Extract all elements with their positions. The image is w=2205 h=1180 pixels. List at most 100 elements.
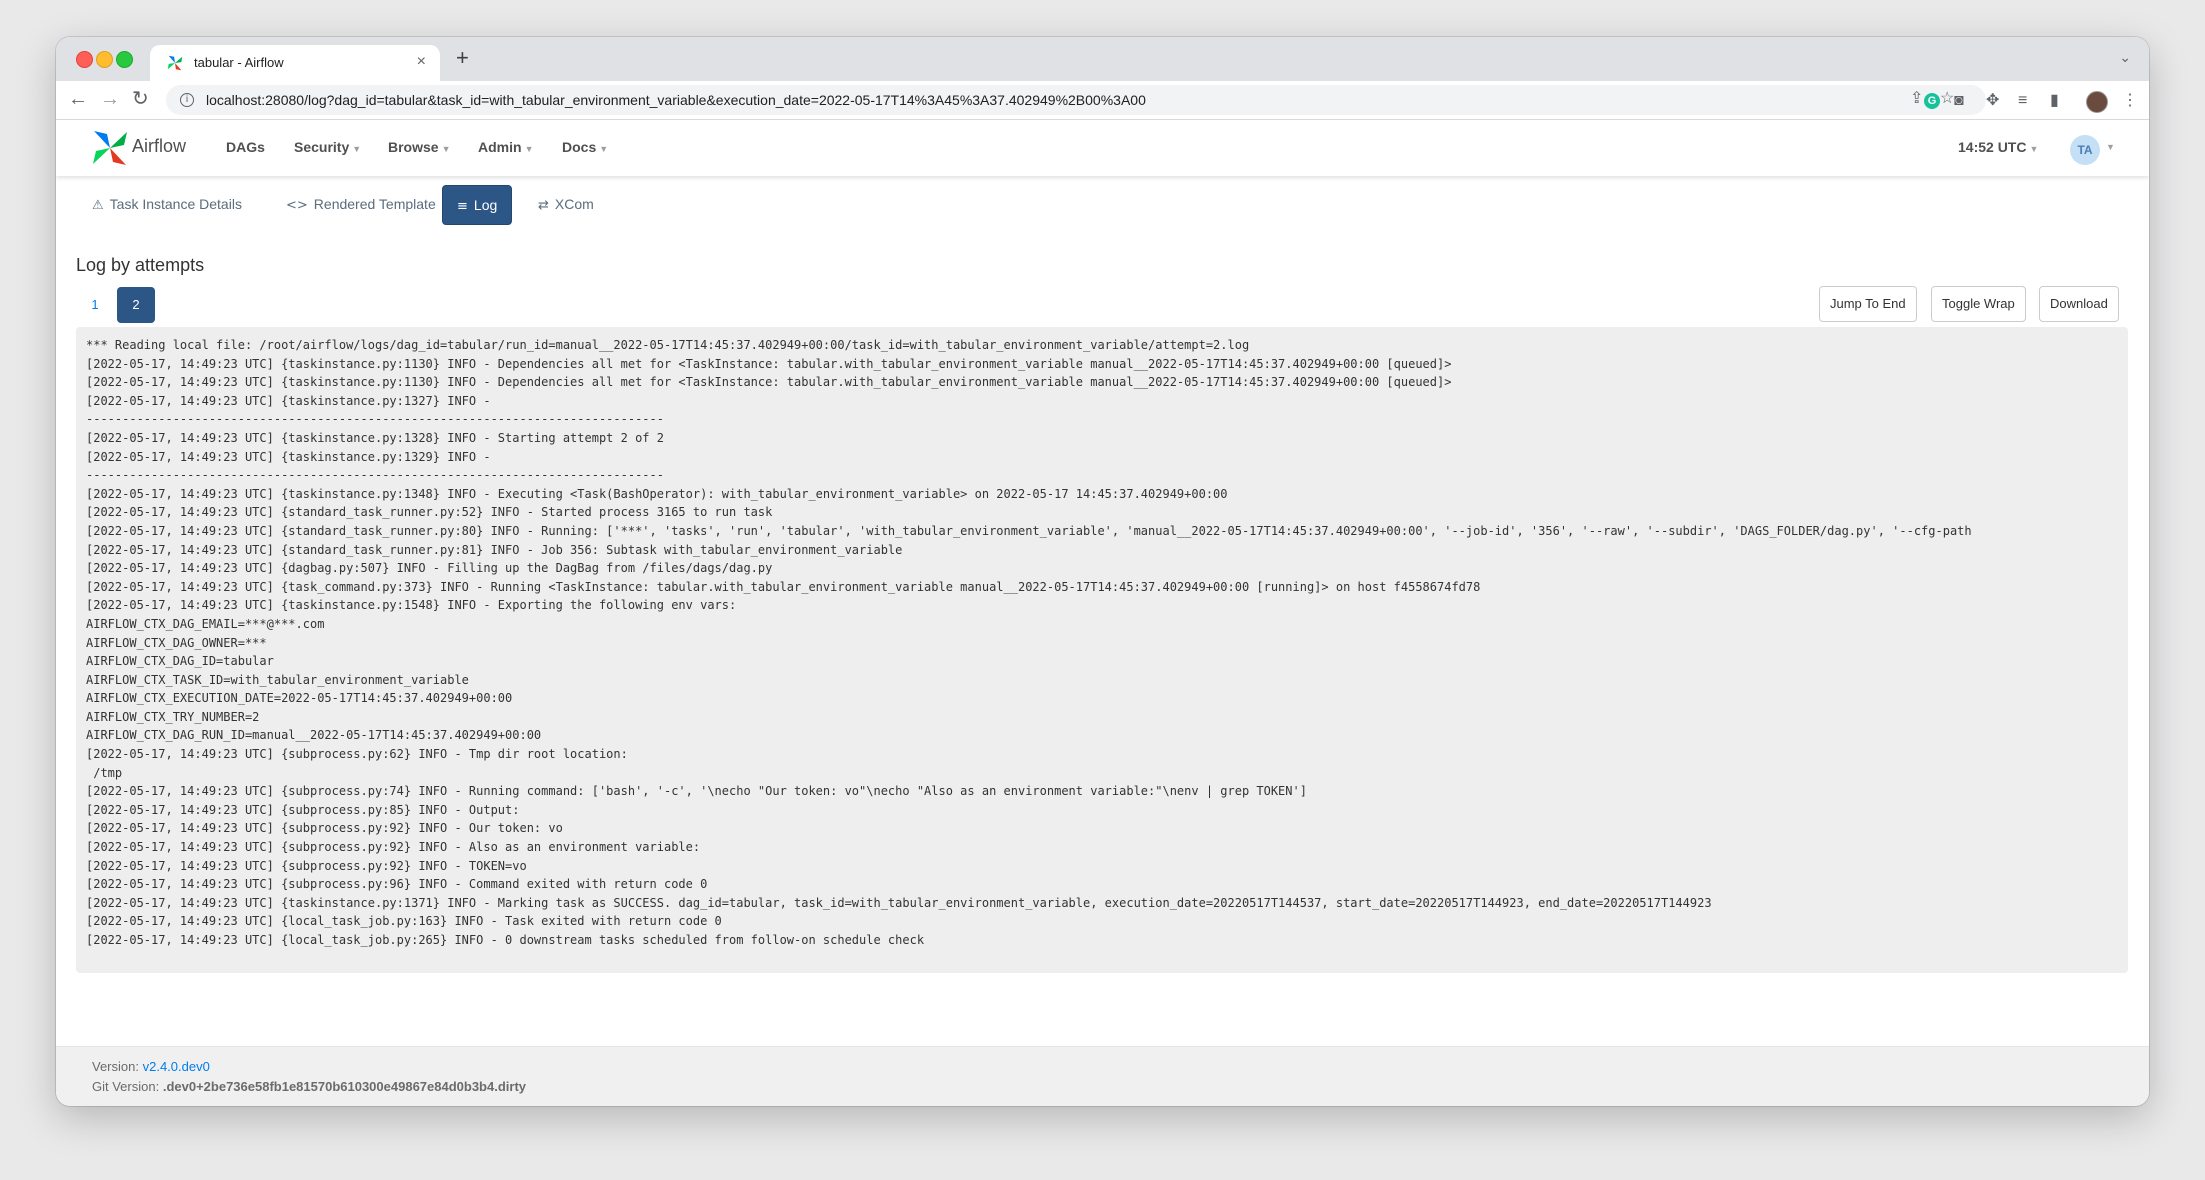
code-icon: <> — [286, 198, 308, 213]
nav-dags[interactable]: DAGs — [226, 139, 265, 155]
log-output[interactable]: *** Reading local file: /root/airflow/lo… — [76, 327, 2128, 973]
log-line: [2022-05-17, 14:49:23 UTC] {taskinstance… — [86, 430, 664, 445]
log-line: AIRFLOW_CTX_TASK_ID=with_tabular_environ… — [86, 672, 469, 687]
log-line: AIRFLOW_CTX_TRY_NUMBER=2 — [86, 709, 260, 724]
attempt-2-tab[interactable]: 2 — [117, 287, 155, 323]
log-line: [2022-05-17, 14:49:23 UTC] {subprocess.p… — [86, 858, 527, 873]
forward-icon[interactable]: → — [100, 89, 120, 109]
browser-toolbar: ← → ↻ i localhost:28080/log?dag_id=tabul… — [56, 81, 2149, 120]
log-line: [2022-05-17, 14:49:23 UTC] {taskinstance… — [86, 598, 737, 613]
maximize-window-button[interactable] — [116, 51, 133, 68]
nav-admin-label: Admin — [478, 139, 522, 155]
reading-list-icon[interactable]: ≡ — [2018, 93, 2027, 109]
log-line: [2022-05-17, 14:49:23 UTC] {local_task_j… — [86, 914, 722, 929]
version-line: Version: v2.4.0.dev0 — [92, 1059, 210, 1074]
airflow-logo-icon[interactable] — [90, 128, 130, 168]
browser-tab[interactable]: tabular - Airflow × — [150, 45, 440, 81]
back-icon[interactable]: ← — [68, 89, 88, 109]
side-panel-icon[interactable]: ▮ — [2050, 93, 2059, 109]
nav-browse-label: Browse — [388, 139, 439, 155]
chevron-down-icon[interactable]: ▼ — [2106, 142, 2115, 152]
grammarly-extension-icon[interactable]: G — [1924, 93, 1940, 109]
log-line: /tmp — [86, 765, 123, 780]
jump-to-end-button[interactable]: Jump To End — [1819, 286, 1917, 322]
camera-extension-icon[interactable]: ◙ — [1954, 93, 1964, 109]
log-line: [2022-05-17, 14:49:23 UTC] {dagbag.py:50… — [86, 561, 773, 576]
log-line: [2022-05-17, 14:49:23 UTC] {subprocess.p… — [86, 784, 1307, 799]
tab-search-icon[interactable]: ⌄ — [2119, 49, 2131, 66]
version-link[interactable]: v2.4.0.dev0 — [143, 1059, 210, 1074]
log-line: *** Reading local file: /root/airflow/lo… — [86, 338, 1250, 352]
nav-admin[interactable]: Admin ▼ — [478, 139, 533, 155]
page-title: Log by attempts — [76, 255, 205, 275]
tab-rendered-template[interactable]: <> Rendered Template — [272, 185, 450, 223]
tab-task-instance-details-label: Task Instance Details — [109, 196, 242, 212]
log-line: AIRFLOW_CTX_DAG_RUN_ID=manual__2022-05-1… — [86, 728, 542, 743]
tab-rendered-template-label: Rendered Template — [313, 196, 436, 212]
log-line: [2022-05-17, 14:49:23 UTC] {local_task_j… — [86, 933, 925, 947]
close-window-button[interactable] — [76, 51, 93, 68]
address-bar[interactable]: i localhost:28080/log?dag_id=tabular&tas… — [166, 85, 1986, 115]
log-line: [2022-05-17, 14:49:23 UTC] {subprocess.p… — [86, 747, 628, 762]
nav-security[interactable]: Security ▼ — [294, 139, 361, 155]
nav-docs[interactable]: Docs ▼ — [562, 139, 608, 155]
share-icon[interactable]: ⇪ — [1910, 90, 1923, 108]
version-label: Version: — [92, 1059, 139, 1074]
tab-log-label: Log — [473, 197, 498, 213]
log-line: [2022-05-17, 14:49:23 UTC] {taskinstance… — [86, 449, 491, 464]
log-line: ----------------------------------------… — [86, 412, 664, 427]
log-line: AIRFLOW_CTX_EXECUTION_DATE=2022-05-17T14… — [86, 691, 513, 706]
log-line: AIRFLOW_CTX_DAG_ID=tabular — [86, 654, 274, 669]
bookmark-star-icon[interactable]: ☆ — [1940, 90, 1954, 108]
chevron-down-icon: ▼ — [352, 144, 362, 154]
list-lines-icon: ≡ — [457, 199, 468, 214]
tab-title: tabular - Airflow — [194, 55, 284, 70]
tab-log[interactable]: ≡ Log — [442, 185, 513, 225]
extensions-puzzle-icon[interactable]: ✥ — [1986, 93, 1999, 109]
utc-clock[interactable]: 14:52 UTC ▼ — [1958, 139, 2038, 155]
chevron-down-icon: ▼ — [441, 144, 451, 154]
profile-avatar-icon[interactable] — [2086, 91, 2108, 113]
airflow-favicon-icon — [167, 55, 183, 71]
chevron-down-icon: ▼ — [599, 144, 609, 154]
site-info-icon[interactable]: i — [180, 93, 194, 107]
download-button[interactable]: Download — [2039, 286, 2119, 322]
log-line: [2022-05-17, 14:49:23 UTC] {taskinstance… — [86, 895, 1712, 910]
log-line: [2022-05-17, 14:49:23 UTC] {taskinstance… — [86, 356, 1452, 371]
log-line: [2022-05-17, 14:49:23 UTC] {standard_tas… — [86, 542, 903, 557]
log-line: [2022-05-17, 14:49:23 UTC] {standard_tas… — [86, 523, 1972, 538]
log-line: [2022-05-17, 14:49:23 UTC] {taskinstance… — [86, 393, 491, 408]
log-line: [2022-05-17, 14:49:23 UTC] {task_command… — [86, 579, 1481, 594]
git-version-value: .dev0+2be736e58fb1e81570b610300e49867e84… — [162, 1079, 527, 1094]
log-line: [2022-05-17, 14:49:23 UTC] {subprocess.p… — [86, 802, 520, 817]
tab-xcom-label: XCom — [554, 196, 594, 212]
airflow-navbar: Airflow DAGs Security ▼ Browse ▼ Admin ▼ Do… — [56, 120, 2149, 176]
reload-icon[interactable]: ↻ — [132, 89, 149, 109]
browser-menu-icon[interactable]: ⋮ — [2122, 93, 2138, 109]
log-line: [2022-05-17, 14:49:23 UTC] {taskinstance… — [86, 375, 1452, 390]
log-line: [2022-05-17, 14:49:23 UTC] {subprocess.p… — [86, 840, 701, 855]
task-instance-subnav: ⚠ Task Instance Details <> Rendered Templa… — [56, 185, 2149, 225]
tab-task-instance-details[interactable]: ⚠ Task Instance Details — [78, 185, 256, 223]
attempt-1-tab[interactable]: 1 — [76, 287, 114, 323]
tab-strip: tabular - Airflow × + ⌄ — [56, 37, 2149, 81]
minimize-window-button[interactable] — [96, 51, 113, 68]
log-line: [2022-05-17, 14:49:23 UTC] {taskinstance… — [86, 486, 1228, 501]
utc-clock-label: 14:52 UTC — [1958, 139, 2027, 155]
log-line: [2022-05-17, 14:49:23 UTC] {subprocess.p… — [86, 821, 563, 836]
nav-docs-label: Docs — [562, 139, 597, 155]
nav-browse[interactable]: Browse ▼ — [388, 139, 451, 155]
url-text[interactable]: localhost:28080/log?dag_id=tabular&task_… — [206, 92, 1146, 108]
chevron-down-icon: ▼ — [2029, 144, 2039, 154]
new-tab-button[interactable]: + — [456, 45, 469, 71]
airflow-brand[interactable]: Airflow — [132, 136, 186, 157]
exchange-arrows-icon: ⇄ — [538, 198, 549, 213]
tab-close-icon[interactable]: × — [417, 53, 426, 71]
git-version-label: Git Version: — [92, 1079, 160, 1094]
log-line: AIRFLOW_CTX_DAG_OWNER=*** — [86, 635, 267, 650]
user-avatar[interactable]: TA — [2070, 135, 2100, 165]
toggle-wrap-button[interactable]: Toggle Wrap — [1931, 286, 2026, 322]
chevron-down-icon: ▼ — [524, 144, 534, 154]
footer: Version: v2.4.0.dev0 Git Version: .dev0+… — [56, 1046, 2149, 1106]
tab-xcom[interactable]: ⇄ XCom — [524, 185, 608, 223]
